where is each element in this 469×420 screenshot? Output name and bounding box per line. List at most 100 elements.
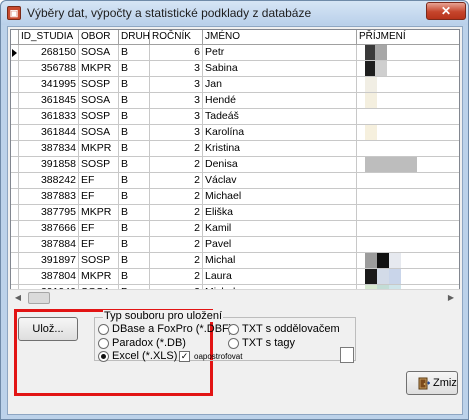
table-row[interactable]: 387884 EF B 2 Pavel bbox=[11, 237, 459, 253]
cell-obor[interactable]: SOSP bbox=[79, 157, 119, 173]
cell-prijmeni-redacted[interactable] bbox=[357, 61, 459, 77]
cell-prijmeni-redacted[interactable] bbox=[357, 157, 459, 173]
cell-jmeno[interactable]: Eliška bbox=[203, 205, 357, 221]
cell-prijmeni-redacted[interactable] bbox=[357, 125, 459, 141]
close-window-button[interactable]: ✕ bbox=[426, 2, 466, 20]
cell-obor[interactable]: EF bbox=[79, 237, 119, 253]
cell-id-studia[interactable]: 391858 bbox=[19, 157, 79, 173]
radio-paradox[interactable] bbox=[98, 338, 109, 349]
column-header-id-studia[interactable]: ID_STUDIA bbox=[19, 30, 79, 45]
cell-id-studia[interactable]: 387883 bbox=[19, 189, 79, 205]
cell-druh[interactable]: B bbox=[119, 221, 150, 237]
table-row[interactable]: 341995 SOSP B 3 Jan bbox=[11, 77, 459, 93]
cell-id-studia[interactable]: 356788 bbox=[19, 61, 79, 77]
separator-input[interactable] bbox=[340, 347, 354, 363]
row-indicator[interactable] bbox=[11, 253, 19, 269]
table-row[interactable]: 356788 MKPR B 3 Sabina bbox=[11, 61, 459, 77]
row-indicator[interactable] bbox=[11, 93, 19, 109]
row-indicator[interactable] bbox=[11, 237, 19, 253]
column-header-prijmeni[interactable]: PŘÍJMENÍ bbox=[357, 30, 459, 45]
cell-prijmeni-redacted[interactable] bbox=[357, 253, 459, 269]
cell-obor[interactable]: MKPR bbox=[79, 141, 119, 157]
cell-druh[interactable]: B bbox=[119, 93, 150, 109]
row-indicator[interactable] bbox=[11, 45, 19, 61]
cell-prijmeni-redacted[interactable] bbox=[357, 205, 459, 221]
cell-prijmeni-redacted[interactable] bbox=[357, 77, 459, 93]
cell-jmeno[interactable]: Petr bbox=[203, 45, 357, 61]
cell-id-studia[interactable]: 391897 bbox=[19, 253, 79, 269]
row-indicator[interactable] bbox=[11, 173, 19, 189]
column-header-obor[interactable]: OBOR bbox=[79, 30, 119, 45]
cell-id-studia[interactable]: 361844 bbox=[19, 125, 79, 141]
cell-prijmeni-redacted[interactable] bbox=[357, 221, 459, 237]
save-button[interactable]: Ulož... bbox=[18, 317, 78, 341]
table-row[interactable]: 388242 EF B 2 Václav bbox=[11, 173, 459, 189]
cell-jmeno[interactable]: Michael bbox=[203, 189, 357, 205]
cell-id-studia[interactable]: 387666 bbox=[19, 221, 79, 237]
cell-prijmeni-redacted[interactable] bbox=[357, 93, 459, 109]
cell-rocnik[interactable]: 3 bbox=[150, 93, 203, 109]
column-header-jmeno[interactable]: JMÉNO bbox=[203, 30, 357, 45]
cell-obor[interactable]: MKPR bbox=[79, 205, 119, 221]
data-grid[interactable]: ID_STUDIA OBOR DRUH ROČNÍK JMÉNO PŘÍJMEN… bbox=[10, 29, 460, 305]
cell-jmeno[interactable]: Tadeáš bbox=[203, 109, 357, 125]
row-indicator[interactable] bbox=[11, 125, 19, 141]
cell-id-studia[interactable]: 268150 bbox=[19, 45, 79, 61]
cell-druh[interactable]: B bbox=[119, 61, 150, 77]
cell-jmeno[interactable]: Michal bbox=[203, 253, 357, 269]
cell-druh[interactable]: B bbox=[119, 77, 150, 93]
column-header-rocnik[interactable]: ROČNÍK bbox=[150, 30, 203, 45]
cell-jmeno[interactable]: Jan bbox=[203, 77, 357, 93]
title-bar[interactable]: ▣ Výběry dat, výpočty a statistické podk… bbox=[1, 1, 468, 25]
table-row[interactable]: 387883 EF B 2 Michael bbox=[11, 189, 459, 205]
cell-prijmeni-redacted[interactable] bbox=[357, 269, 459, 285]
radio-txt-separator[interactable] bbox=[228, 324, 239, 335]
horizontal-scrollbar[interactable]: ◀ ▶ bbox=[10, 289, 460, 305]
table-row[interactable]: 391897 SOSP B 2 Michal bbox=[11, 253, 459, 269]
row-indicator[interactable] bbox=[11, 205, 19, 221]
radio-excel[interactable] bbox=[98, 351, 109, 362]
table-row[interactable]: 361845 SOSA B 3 Hendé bbox=[11, 93, 459, 109]
radio-txt-tags[interactable] bbox=[228, 338, 239, 349]
row-indicator[interactable] bbox=[11, 269, 19, 285]
table-row[interactable]: 387804 MKPR B 2 Laura bbox=[11, 269, 459, 285]
cell-jmeno[interactable]: Kamil bbox=[203, 221, 357, 237]
cell-rocnik[interactable]: 6 bbox=[150, 45, 203, 61]
cell-obor[interactable]: MKPR bbox=[79, 269, 119, 285]
column-header-druh[interactable]: DRUH bbox=[119, 30, 150, 45]
cell-obor[interactable]: MKPR bbox=[79, 61, 119, 77]
row-indicator[interactable] bbox=[11, 77, 19, 93]
cell-jmeno[interactable]: Václav bbox=[203, 173, 357, 189]
cell-rocnik[interactable]: 2 bbox=[150, 253, 203, 269]
cell-jmeno[interactable]: Denisa bbox=[203, 157, 357, 173]
cell-obor[interactable]: SOSA bbox=[79, 125, 119, 141]
cell-rocnik[interactable]: 2 bbox=[150, 221, 203, 237]
cell-rocnik[interactable]: 3 bbox=[150, 125, 203, 141]
table-row[interactable]: 361833 SOSP B 3 Tadeáš bbox=[11, 109, 459, 125]
scroll-thumb[interactable] bbox=[28, 292, 50, 304]
close-button[interactable]: Zmiz bbox=[406, 371, 458, 395]
cell-jmeno[interactable]: Hendé bbox=[203, 93, 357, 109]
row-indicator[interactable] bbox=[11, 61, 19, 77]
table-row[interactable]: 387666 EF B 2 Kamil bbox=[11, 221, 459, 237]
table-row[interactable]: 391858 SOSP B 2 Denisa bbox=[11, 157, 459, 173]
cell-prijmeni-redacted[interactable] bbox=[357, 173, 459, 189]
cell-rocnik[interactable]: 3 bbox=[150, 77, 203, 93]
cell-id-studia[interactable]: 341995 bbox=[19, 77, 79, 93]
cell-druh[interactable]: B bbox=[119, 173, 150, 189]
cell-jmeno[interactable]: Karolína bbox=[203, 125, 357, 141]
row-indicator[interactable] bbox=[11, 189, 19, 205]
cell-obor[interactable]: SOSP bbox=[79, 109, 119, 125]
cell-druh[interactable]: B bbox=[119, 141, 150, 157]
cell-obor[interactable]: SOSA bbox=[79, 45, 119, 61]
cell-rocnik[interactable]: 2 bbox=[150, 269, 203, 285]
cell-rocnik[interactable]: 3 bbox=[150, 109, 203, 125]
cell-obor[interactable]: SOSP bbox=[79, 253, 119, 269]
cell-druh[interactable]: B bbox=[119, 125, 150, 141]
cell-id-studia[interactable]: 387834 bbox=[19, 141, 79, 157]
cell-obor[interactable]: SOSP bbox=[79, 77, 119, 93]
cell-prijmeni-redacted[interactable] bbox=[357, 237, 459, 253]
scroll-right-icon[interactable]: ▶ bbox=[443, 290, 459, 306]
cell-druh[interactable]: B bbox=[119, 109, 150, 125]
cell-obor[interactable]: EF bbox=[79, 189, 119, 205]
